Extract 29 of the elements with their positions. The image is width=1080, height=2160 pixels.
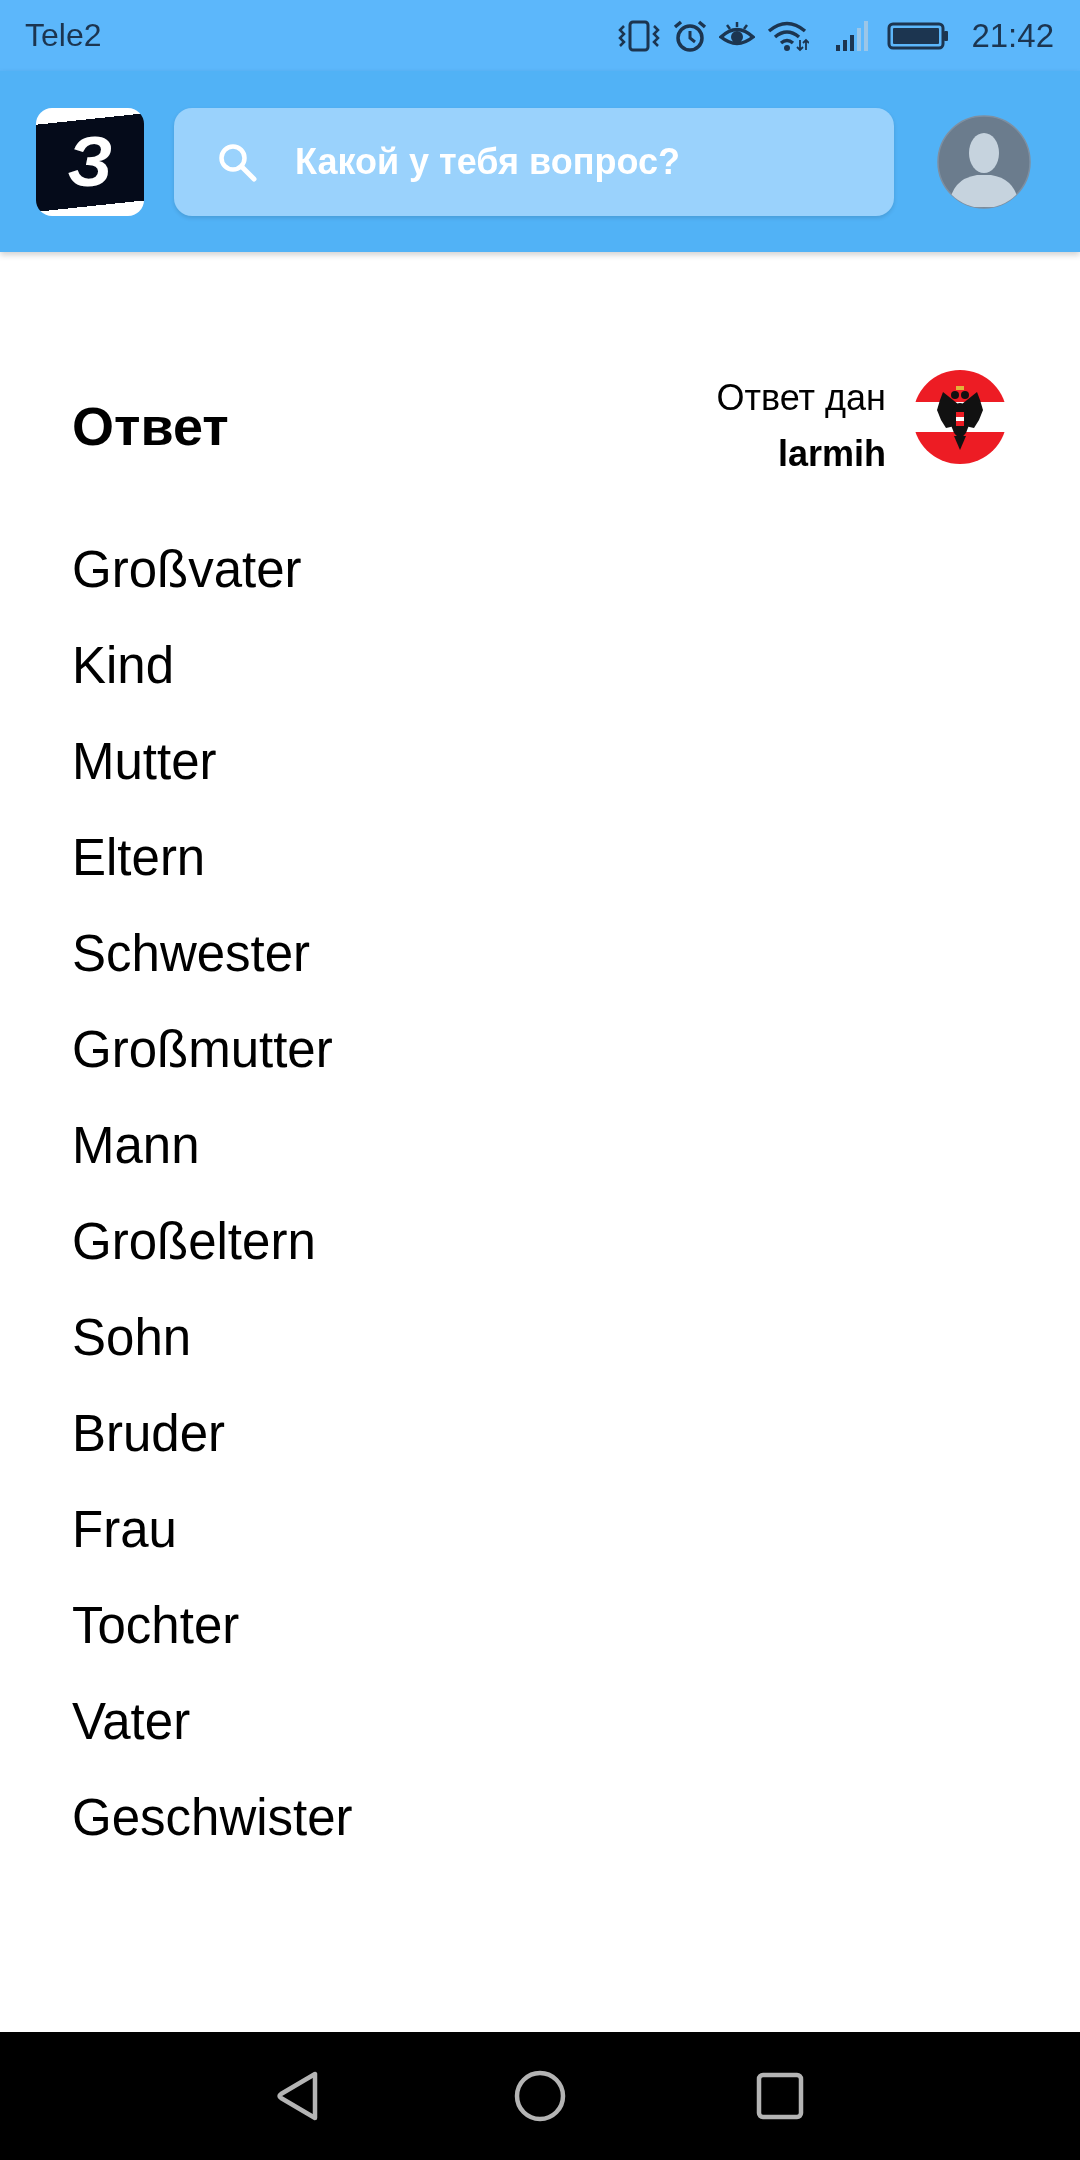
search-field[interactable]: Какой у тебя вопрос? (174, 107, 894, 216)
answer-line: Kind (72, 636, 175, 696)
vibrate-icon (617, 19, 662, 52)
answer-line: Sohn (72, 1308, 192, 1368)
answer-line: Schwester (72, 924, 311, 984)
answer-line: Frau (72, 1500, 177, 1560)
user-avatar-icon[interactable] (937, 114, 1031, 209)
carrier-name: Tele2 (25, 17, 102, 54)
alarm-icon (673, 19, 708, 52)
answer-heading: Ответ (72, 395, 229, 458)
answered-by-label: Ответ дан (716, 376, 886, 420)
answer-line: Bruder (72, 1404, 226, 1464)
recent-apps-icon[interactable] (756, 2070, 804, 2122)
home-icon[interactable] (514, 2070, 566, 2122)
answer-line: Großvater (72, 540, 302, 600)
answer-line: Vater (72, 1692, 191, 1752)
author-name[interactable]: larmih (777, 426, 886, 482)
answer-line: Großeltern (72, 1212, 316, 1272)
search-icon (217, 141, 257, 182)
answer-line: Großmutter (72, 1020, 333, 1080)
answer-line: Mutter (72, 732, 217, 792)
answer-line: Eltern (72, 828, 206, 888)
answer-line: Tochter (72, 1596, 240, 1656)
answer-line: Mann (72, 1116, 200, 1176)
clock-time: 21:42 (971, 16, 1054, 55)
app-logo[interactable]: З (36, 107, 144, 216)
wifi-icon (767, 19, 810, 52)
flag-avatar-icon (913, 370, 1007, 464)
answer-line: Geschwister (72, 1788, 353, 1848)
